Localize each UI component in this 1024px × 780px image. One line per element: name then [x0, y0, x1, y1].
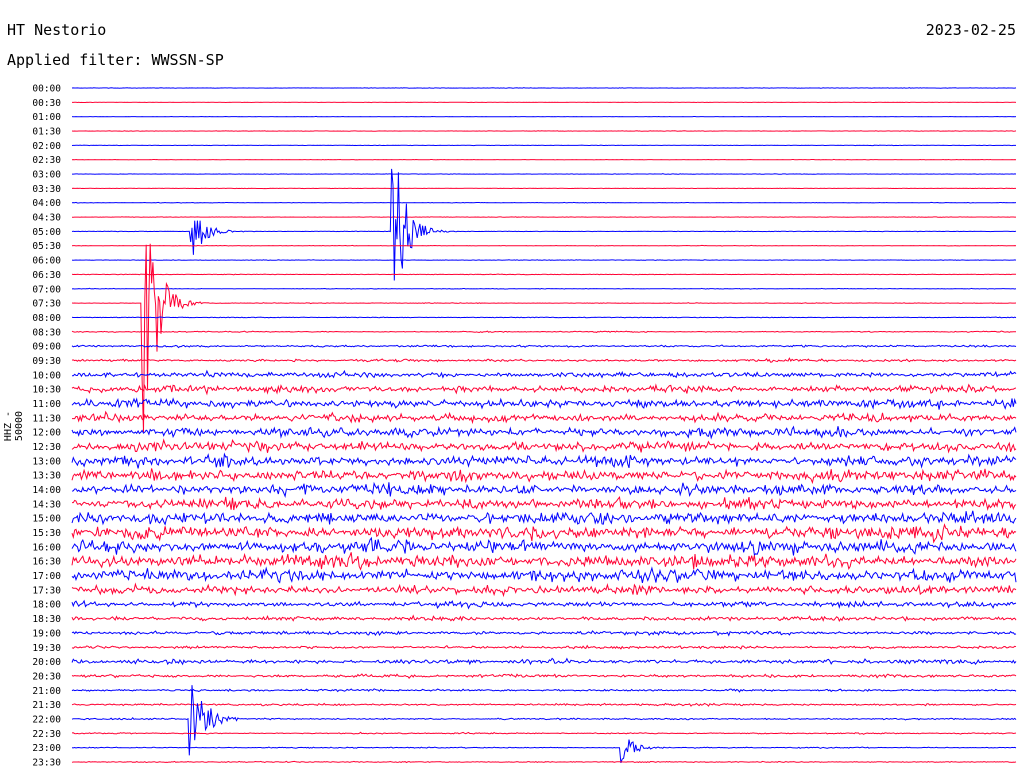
seismic-trace-1600	[71, 536, 1017, 557]
seismic-trace-0530	[71, 244, 1017, 247]
seismic-trace-2330	[71, 760, 1017, 764]
row-time-label: 08:00	[32, 313, 61, 324]
row-time-label: 17:00	[32, 571, 61, 582]
row-time-label: 10:00	[32, 370, 61, 381]
seismic-trace-1800	[71, 599, 1017, 610]
seismic-trace-1430	[72, 496, 1017, 511]
row-time-label: 14:00	[32, 485, 61, 496]
row-time-label: 03:30	[32, 184, 61, 195]
seismic-trace-0800	[71, 316, 1017, 319]
row-time-label: 07:00	[32, 284, 61, 295]
seismic-trace-2230	[71, 731, 1017, 735]
row-time-label: 09:30	[32, 356, 61, 367]
row-time-label: 00:00	[32, 84, 61, 95]
row-time-label: 11:00	[32, 399, 61, 410]
row-time-label: 13:30	[32, 471, 61, 482]
seismic-trace-1500	[71, 510, 1017, 526]
row-time-label: 00:30	[32, 98, 61, 109]
seismic-trace-2100	[71, 688, 1017, 693]
row-time-label: 06:00	[32, 256, 61, 267]
seismic-trace-0000	[71, 87, 1017, 89]
helicorder-plot: 00:00 00:30 01:00 01:30 02:00 02:30 03:00 03:30…	[32, 84, 1017, 768]
row-time-label: 03:00	[32, 170, 61, 181]
seismic-trace-1300	[71, 452, 1017, 469]
row-time-label: 15:00	[32, 514, 61, 525]
row-time-label: 09:00	[32, 342, 61, 353]
row-time-label: 15:30	[32, 528, 61, 539]
seismic-trace-0900	[71, 344, 1017, 349]
seismic-trace-1330	[71, 468, 1017, 485]
seismic-trace-1030	[71, 383, 1017, 396]
seismic-trace-1000	[72, 369, 1017, 379]
seismic-trace-0600	[71, 259, 1017, 261]
seismic-trace-2130	[71, 702, 1017, 707]
seismic-trace-1130	[72, 410, 1017, 425]
row-time-label: 23:30	[32, 757, 61, 768]
seismic-trace-1700	[71, 566, 1017, 584]
row-time-label: 07:30	[32, 299, 61, 310]
seismic-trace-0200	[71, 144, 1016, 147]
row-time-label: 08:30	[32, 327, 61, 338]
row-time-label: 04:30	[32, 213, 61, 224]
seismic-trace-2000	[71, 657, 1017, 666]
row-time-label: 16:30	[32, 557, 61, 568]
row-time-label: 06:30	[32, 270, 61, 281]
seismic-trace-1400	[71, 481, 1017, 498]
row-time-label: 20:00	[32, 657, 61, 668]
row-time-label: 13:00	[32, 456, 61, 467]
row-time-label: 21:00	[32, 686, 61, 697]
seismic-trace-0400	[71, 201, 1017, 204]
seismic-trace-0230	[71, 158, 1017, 161]
seismic-trace-0330	[71, 187, 1016, 190]
seismic-trace-2200	[71, 685, 1017, 756]
seismic-trace-0130	[71, 130, 1017, 132]
row-time-label: 19:30	[32, 643, 61, 654]
seismic-trace-0030	[72, 101, 1017, 104]
row-time-label: 10:30	[32, 385, 61, 396]
seismic-trace-1100	[71, 397, 1017, 410]
seismic-trace-1230	[71, 438, 1017, 454]
seismic-trace-2300	[71, 739, 1017, 764]
seismic-trace-1200	[71, 425, 1017, 440]
row-time-label: 16:00	[32, 542, 61, 553]
row-time-label: 04:00	[32, 198, 61, 209]
seismic-trace-0300	[72, 173, 1017, 175]
seismic-trace-0430	[72, 216, 1016, 218]
row-time-label: 02:30	[32, 155, 61, 166]
seismic-trace-0830	[71, 330, 1016, 334]
seismic-trace-0500	[71, 168, 1017, 281]
row-time-label: 12:00	[32, 428, 61, 439]
seismic-trace-1900	[71, 630, 1017, 637]
row-time-label: 20:30	[32, 671, 61, 682]
row-time-label: 23:00	[32, 743, 61, 754]
row-time-label: 21:30	[32, 700, 61, 711]
seismic-trace-0630	[71, 273, 1017, 276]
row-time-label: 01:00	[32, 112, 61, 123]
seismic-trace-1830	[71, 614, 1017, 622]
row-time-label: 11:30	[32, 413, 61, 424]
row-time-label: 18:30	[32, 614, 61, 625]
seismic-trace-1730	[71, 582, 1017, 598]
row-time-label: 14:30	[32, 499, 61, 510]
row-time-label: 22:00	[32, 714, 61, 725]
row-time-label: 18:00	[32, 600, 61, 611]
seismic-trace-2030	[71, 673, 1017, 680]
row-time-label: 02:00	[32, 141, 61, 152]
seismic-trace-0700	[71, 287, 1017, 290]
row-time-label: 22:30	[32, 729, 61, 740]
row-time-label: 12:30	[32, 442, 61, 453]
row-time-label: 17:30	[32, 585, 61, 596]
seismic-trace-1630	[71, 552, 1017, 571]
row-time-label: 01:30	[32, 127, 61, 138]
row-time-label: 05:00	[32, 227, 61, 238]
seismic-trace-1930	[71, 644, 1017, 650]
row-time-label: 05:30	[32, 241, 61, 252]
row-time-label: 19:00	[32, 628, 61, 639]
seismic-trace-1530	[71, 523, 1017, 544]
seismic-trace-0930	[71, 357, 1017, 363]
